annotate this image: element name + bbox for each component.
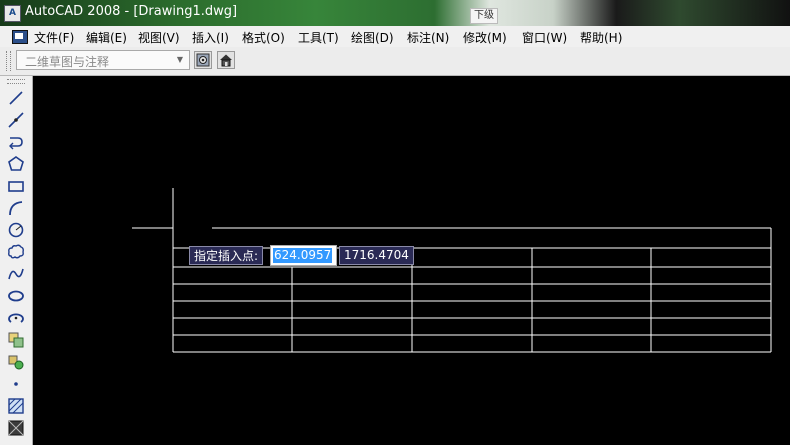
gradient-icon[interactable] <box>6 418 26 438</box>
menu-edit[interactable]: 编辑(E) <box>86 29 127 46</box>
circle-icon[interactable] <box>6 220 26 240</box>
menu-file[interactable]: 文件(F) <box>34 29 74 46</box>
polyline-icon[interactable] <box>6 132 26 152</box>
menu-bar: 文件(F) 编辑(E) 视图(V) 插入(I) 格式(O) 工具(T) 绘图(D… <box>0 26 790 48</box>
menu-tools[interactable]: 工具(T) <box>298 29 339 46</box>
ellipse-arc-icon[interactable] <box>6 308 26 328</box>
ellipse-icon[interactable] <box>6 286 26 306</box>
toolbar-grip[interactable] <box>6 51 11 71</box>
coordinate-y-input[interactable]: 1716.4704 <box>339 246 414 265</box>
workspace-settings-icon[interactable] <box>194 51 212 69</box>
workspaces-toolbar: 二维草图与注释 ▼ <box>0 47 790 76</box>
point-icon[interactable] <box>6 374 26 394</box>
menu-modify[interactable]: 修改(M) <box>463 29 507 46</box>
window-title: AutoCAD 2008 - [Drawing1.dwg] <box>25 4 238 19</box>
hatch-icon[interactable] <box>6 396 26 416</box>
workspace-dropdown[interactable]: 二维草图与注释 ▼ <box>16 50 190 70</box>
drawing-area[interactable]: 指定插入点: 624.0957 1716.4704 <box>33 76 790 445</box>
home-icon[interactable] <box>217 51 235 69</box>
rectangle-icon[interactable] <box>6 176 26 196</box>
document-icon[interactable] <box>12 30 28 44</box>
background-window-chip: 下级 <box>470 8 498 24</box>
menu-draw[interactable]: 绘图(D) <box>351 29 394 46</box>
title-bar: A AutoCAD 2008 - [Drawing1.dwg] 下级 <box>0 0 790 26</box>
insert-block-icon[interactable] <box>6 330 26 350</box>
menu-format[interactable]: 格式(O) <box>242 29 285 46</box>
draw-toolbar-grip[interactable] <box>7 79 25 84</box>
construction-line-icon[interactable] <box>6 110 26 130</box>
menu-dimension[interactable]: 标注(N) <box>407 29 449 46</box>
make-block-icon[interactable] <box>6 352 26 372</box>
polygon-icon[interactable] <box>6 154 26 174</box>
dynamic-input-prompt: 指定插入点: <box>189 246 264 265</box>
menu-window[interactable]: 窗口(W) <box>522 29 567 46</box>
menu-insert[interactable]: 插入(I) <box>192 29 229 46</box>
revision-cloud-icon[interactable] <box>6 242 26 262</box>
spline-icon[interactable] <box>6 264 26 284</box>
coordinate-x-input[interactable]: 624.0957 <box>270 245 337 266</box>
coordinate-x-value: 624.0957 <box>273 248 333 263</box>
draw-toolbar <box>0 76 33 445</box>
autocad-app-icon[interactable]: A <box>4 5 21 22</box>
workspace-value: 二维草图与注释 <box>25 55 110 69</box>
menu-help[interactable]: 帮助(H) <box>580 29 622 46</box>
line-icon[interactable] <box>6 88 26 108</box>
arc-icon[interactable] <box>6 198 26 218</box>
chevron-down-icon[interactable]: ▼ <box>173 52 187 68</box>
menu-view[interactable]: 视图(V) <box>138 29 180 46</box>
